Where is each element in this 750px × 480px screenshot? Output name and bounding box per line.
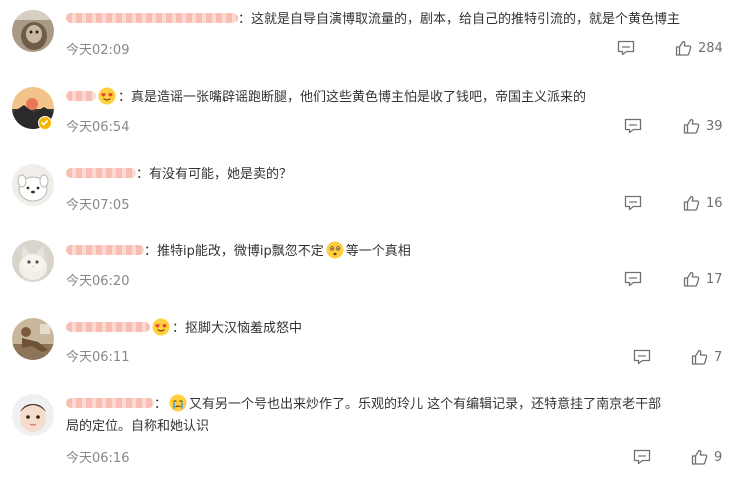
verified-badge [38, 116, 52, 130]
comment-text: 抠脚大汉恼羞成怒中 [185, 321, 303, 336]
comment-item: ：有没有可能，她是卖的？ 今天07:05 16 [0, 154, 750, 230]
thumbs-up-icon [675, 40, 692, 56]
thumbs-up-icon [683, 195, 700, 211]
comment-timestamp: 今天02:09 [66, 43, 130, 58]
thinking-emoji-icon [325, 240, 345, 260]
like-count: 17 [706, 271, 723, 287]
cartoon-dog-avatar-icon [12, 164, 54, 206]
comment-timestamp: 今天07:05 [66, 198, 130, 213]
avatar[interactable] [12, 10, 54, 52]
comment-timestamp: 今天06:16 [66, 451, 130, 466]
comment-text: 等一个真相 [345, 244, 411, 259]
thumbs-up-icon [691, 349, 708, 365]
name-separator: ： [118, 90, 132, 105]
like-button[interactable]: 39 [683, 118, 723, 134]
heart-eyes-emoji-icon [97, 86, 117, 106]
name-separator: ： [136, 167, 150, 182]
reply-button[interactable] [617, 40, 635, 56]
crying-emoji-icon [168, 393, 188, 413]
comment-body: ：抠脚大汉恼羞成怒中 [66, 318, 302, 340]
cat-photo-avatar-icon [12, 240, 54, 282]
comment-timestamp: 今天06:20 [66, 274, 130, 289]
username-redacted[interactable] [66, 398, 154, 408]
comment-body: ：这就是自导自演博取流量的，剧本，给自己的推特引流的，就是个黄色博主 [66, 9, 680, 31]
reply-button[interactable] [633, 349, 651, 365]
username-redacted[interactable] [66, 245, 144, 255]
avatar[interactable] [12, 394, 54, 436]
baby-photo-avatar-icon [12, 394, 54, 436]
reply-button[interactable] [624, 195, 642, 211]
thumbs-up-icon [691, 449, 708, 465]
username-redacted[interactable] [66, 168, 136, 178]
like-button[interactable]: 17 [683, 271, 723, 287]
comment-body: ：推特ip能改，微博ip飘忽不定 等一个真相 [66, 241, 411, 263]
comment-icon [624, 271, 642, 287]
comment-text: 有没有可能，她是卖的？ [149, 167, 293, 182]
comment-icon [633, 349, 651, 365]
avatar[interactable] [12, 318, 54, 360]
comment-item: ：抠脚大汉恼羞成怒中 今天06:11 7 [0, 308, 750, 386]
name-separator: ： [238, 12, 252, 27]
reply-button[interactable] [624, 118, 642, 134]
comment-timestamp: 今天06:11 [66, 350, 130, 365]
comment-item: ： 又有另一个号也出来炒作了。乐观的玲儿 这个有编辑记录，还特意挂了南京老干部局的… [0, 386, 750, 480]
name-separator: ： [172, 321, 186, 336]
avatar[interactable] [12, 164, 54, 206]
comment-body: ：有没有可能，她是卖的？ [66, 164, 292, 186]
like-button[interactable]: 284 [675, 40, 723, 56]
thumbs-up-icon [683, 118, 700, 134]
username-redacted[interactable] [66, 13, 238, 23]
reply-button[interactable] [633, 449, 651, 465]
comment-icon [633, 449, 651, 465]
verified-icon [40, 119, 49, 126]
comment-icon [624, 195, 642, 211]
comment-body: ：真是造谣一张嘴辟谣跑断腿，他们这些黄色博主怕是收了钱吧，帝国主义派来的 [66, 87, 586, 109]
like-button[interactable]: 16 [683, 195, 723, 211]
comment-text: 这就是自导自演博取流量的，剧本，给自己的推特引流的，就是个黄色博主 [251, 12, 681, 27]
comment-item: ：推特ip能改，微博ip飘忽不定 等一个真相 今天06:20 17 [0, 230, 750, 308]
like-count: 39 [706, 118, 723, 134]
name-separator: ： [154, 397, 168, 412]
comment-text: 推特ip能改，微博ip飘忽不定 [157, 244, 324, 259]
comment-text: 真是造谣一张嘴辟谣跑断腿，他们这些黄色博主怕是收了钱吧，帝国主义派来的 [131, 90, 587, 105]
like-count: 284 [698, 40, 723, 56]
username-redacted[interactable] [66, 322, 150, 332]
username-redacted[interactable] [66, 91, 96, 101]
person-photo-avatar-icon [12, 318, 54, 360]
comment-text: 又有另一个号也出来炒作了。乐观的玲儿 这个有编辑记录，还特意挂了南京老干部 [189, 397, 662, 412]
thumbs-up-icon [683, 271, 700, 287]
heart-eyes-emoji-icon [151, 317, 171, 337]
like-button[interactable]: 7 [691, 349, 722, 365]
comment-body: ： 又有另一个号也出来炒作了。乐观的玲儿 这个有编辑记录，还特意挂了南京老干部局的… [66, 394, 661, 438]
comment-text-continued: 局的定位。自称和她认识 [66, 419, 210, 434]
comment-item: ：这就是自导自演博取流量的，剧本，给自己的推特引流的，就是个黄色博主 今天02:… [0, 0, 750, 76]
reply-button[interactable] [624, 271, 642, 287]
name-separator: ： [144, 244, 158, 259]
avatar[interactable] [12, 240, 54, 282]
like-count: 7 [714, 349, 723, 365]
comment-icon [617, 40, 635, 56]
comment-item: ：真是造谣一张嘴辟谣跑断腿，他们这些黄色博主怕是收了钱吧，帝国主义派来的 今天0… [0, 76, 750, 154]
comment-timestamp: 今天06:54 [66, 120, 130, 135]
like-count: 16 [706, 195, 723, 211]
monkey-photo-avatar-icon [12, 10, 54, 52]
comment-icon [624, 118, 642, 134]
like-count: 9 [714, 449, 723, 465]
like-button[interactable]: 9 [691, 449, 722, 465]
